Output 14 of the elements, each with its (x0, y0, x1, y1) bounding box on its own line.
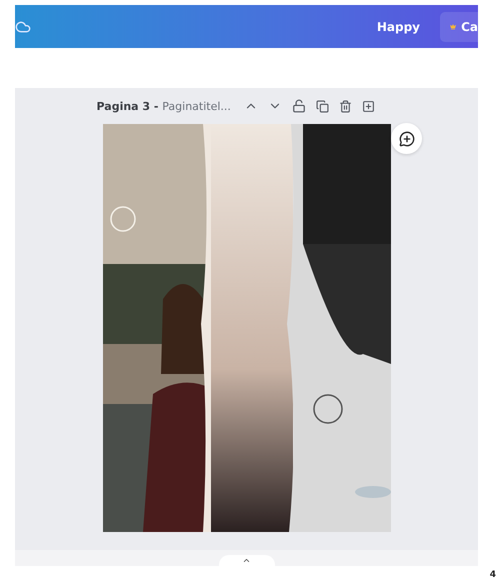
page-label: Pagina 3 - (96, 100, 160, 112)
add-page-icon[interactable] (362, 100, 375, 112)
trash-icon[interactable] (338, 100, 352, 112)
add-comment-button[interactable] (391, 123, 422, 154)
upgrade-button[interactable]: Ca (440, 12, 478, 42)
page-number: 4 (490, 570, 496, 580)
cloud-saved-icon[interactable] (15, 18, 31, 34)
page-title[interactable]: Paginatitel... (162, 100, 231, 112)
lock-icon[interactable] (292, 99, 306, 113)
crown-icon (450, 22, 456, 32)
duplicate-icon[interactable] (316, 100, 329, 112)
comment-add-icon (398, 130, 414, 146)
user-name: Happy (376, 20, 420, 34)
chevron-up-icon (242, 556, 251, 565)
